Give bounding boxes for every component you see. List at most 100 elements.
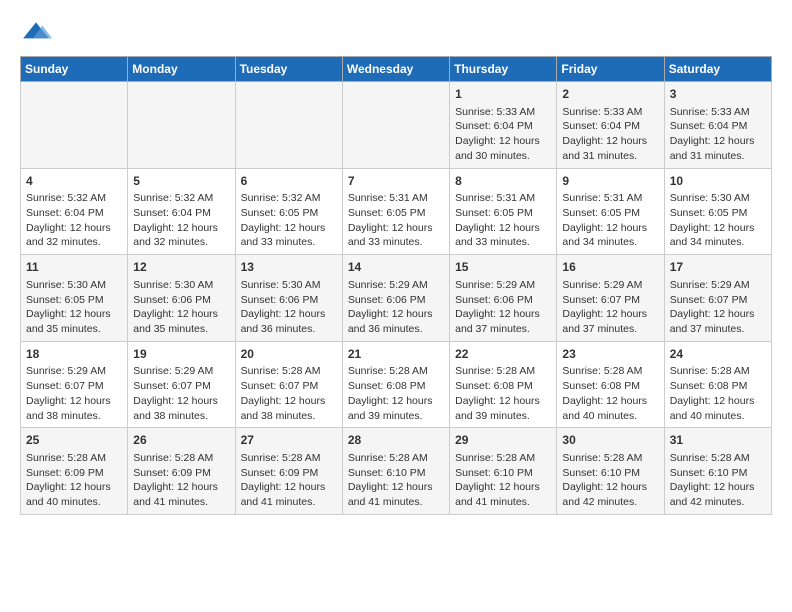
- day-cell: 30 Sunrise: 5:28 AM Sunset: 6:10 PM Dayli…: [557, 428, 664, 515]
- day-number: 17: [670, 259, 766, 276]
- day-info: Sunrise: 5:28 AM Sunset: 6:08 PM Dayligh…: [562, 364, 658, 423]
- day-cell: 15 Sunrise: 5:29 AM Sunset: 6:06 PM Dayli…: [450, 255, 557, 342]
- day-cell: 29Sunrise: 5:28 AM Sunset: 6:10 PM Dayli…: [450, 428, 557, 515]
- day-number: 10: [670, 173, 766, 190]
- day-cell: 31 Sunrise: 5:28 AM Sunset: 6:10 PM Dayli…: [664, 428, 771, 515]
- day-cell: 12 Sunrise: 5:30 AM Sunset: 6:06 PM Dayli…: [128, 255, 235, 342]
- day-info: Sunrise: 5:30 AM Sunset: 6:05 PM Dayligh…: [670, 191, 766, 250]
- day-info: Sunrise: 5:28 AM Sunset: 6:10 PM Dayligh…: [348, 451, 444, 510]
- day-cell: [128, 82, 235, 169]
- day-info: Sunrise: 5:28 AM Sunset: 6:09 PM Dayligh…: [26, 451, 122, 510]
- day-cell: 4Sunrise: 5:32 AM Sunset: 6:04 PM Daylig…: [21, 168, 128, 255]
- day-info: Sunrise: 5:29 AM Sunset: 6:07 PM Dayligh…: [26, 364, 122, 423]
- day-number: 13: [241, 259, 337, 276]
- day-info: Sunrise: 5:30 AM Sunset: 6:06 PM Dayligh…: [133, 278, 229, 337]
- day-cell: 2 Sunrise: 5:33 AM Sunset: 6:04 PM Daylig…: [557, 82, 664, 169]
- day-number: 6: [241, 173, 337, 190]
- day-info: Sunrise: 5:29 AM Sunset: 6:06 PM Dayligh…: [455, 278, 551, 337]
- day-number: 12: [133, 259, 229, 276]
- header-sunday: Sunday: [21, 57, 128, 82]
- day-number: 9: [562, 173, 658, 190]
- day-number: 22: [455, 346, 551, 363]
- day-cell: 16 Sunrise: 5:29 AM Sunset: 6:07 PM Dayli…: [557, 255, 664, 342]
- day-info: Sunrise: 5:29 AM Sunset: 6:07 PM Dayligh…: [133, 364, 229, 423]
- day-number: 31: [670, 432, 766, 449]
- day-number: 28: [348, 432, 444, 449]
- day-number: 29: [455, 432, 551, 449]
- day-number: 19: [133, 346, 229, 363]
- day-number: 7: [348, 173, 444, 190]
- day-number: 27: [241, 432, 337, 449]
- day-cell: [21, 82, 128, 169]
- day-info: Sunrise: 5:28 AM Sunset: 6:10 PM Dayligh…: [562, 451, 658, 510]
- day-cell: [235, 82, 342, 169]
- logo: [20, 16, 56, 48]
- day-number: 16: [562, 259, 658, 276]
- header-tuesday: Tuesday: [235, 57, 342, 82]
- day-cell: 3Sunrise: 5:33 AM Sunset: 6:04 PM Daylig…: [664, 82, 771, 169]
- day-info: Sunrise: 5:28 AM Sunset: 6:08 PM Dayligh…: [455, 364, 551, 423]
- day-cell: 14Sunrise: 5:29 AM Sunset: 6:06 PM Dayli…: [342, 255, 449, 342]
- day-number: 11: [26, 259, 122, 276]
- day-info: Sunrise: 5:32 AM Sunset: 6:04 PM Dayligh…: [26, 191, 122, 250]
- day-number: 15: [455, 259, 551, 276]
- day-cell: 13 Sunrise: 5:30 AM Sunset: 6:06 PM Dayli…: [235, 255, 342, 342]
- day-info: Sunrise: 5:30 AM Sunset: 6:06 PM Dayligh…: [241, 278, 337, 337]
- day-number: 24: [670, 346, 766, 363]
- day-info: Sunrise: 5:32 AM Sunset: 6:04 PM Dayligh…: [133, 191, 229, 250]
- day-number: 2: [562, 86, 658, 103]
- day-cell: [342, 82, 449, 169]
- day-info: Sunrise: 5:31 AM Sunset: 6:05 PM Dayligh…: [455, 191, 551, 250]
- day-number: 30: [562, 432, 658, 449]
- week-row-5: 25 Sunrise: 5:28 AM Sunset: 6:09 PM Dayli…: [21, 428, 772, 515]
- day-cell: 8Sunrise: 5:31 AM Sunset: 6:05 PM Daylig…: [450, 168, 557, 255]
- day-info: Sunrise: 5:29 AM Sunset: 6:07 PM Dayligh…: [562, 278, 658, 337]
- day-cell: 26 Sunrise: 5:28 AM Sunset: 6:09 PM Dayli…: [128, 428, 235, 515]
- header-friday: Friday: [557, 57, 664, 82]
- day-number: 20: [241, 346, 337, 363]
- week-row-3: 11 Sunrise: 5:30 AM Sunset: 6:05 PM Dayli…: [21, 255, 772, 342]
- day-cell: 5Sunrise: 5:32 AM Sunset: 6:04 PM Daylig…: [128, 168, 235, 255]
- day-info: Sunrise: 5:28 AM Sunset: 6:10 PM Dayligh…: [670, 451, 766, 510]
- day-info: Sunrise: 5:33 AM Sunset: 6:04 PM Dayligh…: [562, 105, 658, 164]
- day-cell: 22Sunrise: 5:28 AM Sunset: 6:08 PM Dayli…: [450, 341, 557, 428]
- day-info: Sunrise: 5:29 AM Sunset: 6:06 PM Dayligh…: [348, 278, 444, 337]
- day-info: Sunrise: 5:28 AM Sunset: 6:09 PM Dayligh…: [241, 451, 337, 510]
- day-cell: 11 Sunrise: 5:30 AM Sunset: 6:05 PM Dayli…: [21, 255, 128, 342]
- day-cell: 23Sunrise: 5:28 AM Sunset: 6:08 PM Dayli…: [557, 341, 664, 428]
- day-cell: 1 Sunrise: 5:33 AM Sunset: 6:04 PM Daylig…: [450, 82, 557, 169]
- week-row-4: 18Sunrise: 5:29 AM Sunset: 6:07 PM Dayli…: [21, 341, 772, 428]
- day-number: 21: [348, 346, 444, 363]
- day-info: Sunrise: 5:28 AM Sunset: 6:07 PM Dayligh…: [241, 364, 337, 423]
- day-info: Sunrise: 5:31 AM Sunset: 6:05 PM Dayligh…: [562, 191, 658, 250]
- day-number: 4: [26, 173, 122, 190]
- week-row-1: 1 Sunrise: 5:33 AM Sunset: 6:04 PM Daylig…: [21, 82, 772, 169]
- day-info: Sunrise: 5:28 AM Sunset: 6:08 PM Dayligh…: [348, 364, 444, 423]
- day-number: 26: [133, 432, 229, 449]
- day-info: Sunrise: 5:30 AM Sunset: 6:05 PM Dayligh…: [26, 278, 122, 337]
- day-cell: 6Sunrise: 5:32 AM Sunset: 6:05 PM Daylig…: [235, 168, 342, 255]
- day-cell: 21Sunrise: 5:28 AM Sunset: 6:08 PM Dayli…: [342, 341, 449, 428]
- day-number: 25: [26, 432, 122, 449]
- header-wednesday: Wednesday: [342, 57, 449, 82]
- day-cell: 17 Sunrise: 5:29 AM Sunset: 6:07 PM Dayli…: [664, 255, 771, 342]
- day-cell: 7Sunrise: 5:31 AM Sunset: 6:05 PM Daylig…: [342, 168, 449, 255]
- day-info: Sunrise: 5:28 AM Sunset: 6:08 PM Dayligh…: [670, 364, 766, 423]
- day-cell: 19Sunrise: 5:29 AM Sunset: 6:07 PM Dayli…: [128, 341, 235, 428]
- header-row: SundayMondayTuesdayWednesdayThursdayFrid…: [21, 57, 772, 82]
- header-monday: Monday: [128, 57, 235, 82]
- day-number: 23: [562, 346, 658, 363]
- day-info: Sunrise: 5:33 AM Sunset: 6:04 PM Dayligh…: [455, 105, 551, 164]
- day-cell: 18Sunrise: 5:29 AM Sunset: 6:07 PM Dayli…: [21, 341, 128, 428]
- header-saturday: Saturday: [664, 57, 771, 82]
- day-number: 1: [455, 86, 551, 103]
- day-info: Sunrise: 5:29 AM Sunset: 6:07 PM Dayligh…: [670, 278, 766, 337]
- day-info: Sunrise: 5:28 AM Sunset: 6:09 PM Dayligh…: [133, 451, 229, 510]
- day-cell: 10Sunrise: 5:30 AM Sunset: 6:05 PM Dayli…: [664, 168, 771, 255]
- page-header: [20, 16, 772, 48]
- day-cell: 27 Sunrise: 5:28 AM Sunset: 6:09 PM Dayli…: [235, 428, 342, 515]
- day-cell: 28 Sunrise: 5:28 AM Sunset: 6:10 PM Dayli…: [342, 428, 449, 515]
- calendar-table: SundayMondayTuesdayWednesdayThursdayFrid…: [20, 56, 772, 515]
- day-info: Sunrise: 5:31 AM Sunset: 6:05 PM Dayligh…: [348, 191, 444, 250]
- day-number: 18: [26, 346, 122, 363]
